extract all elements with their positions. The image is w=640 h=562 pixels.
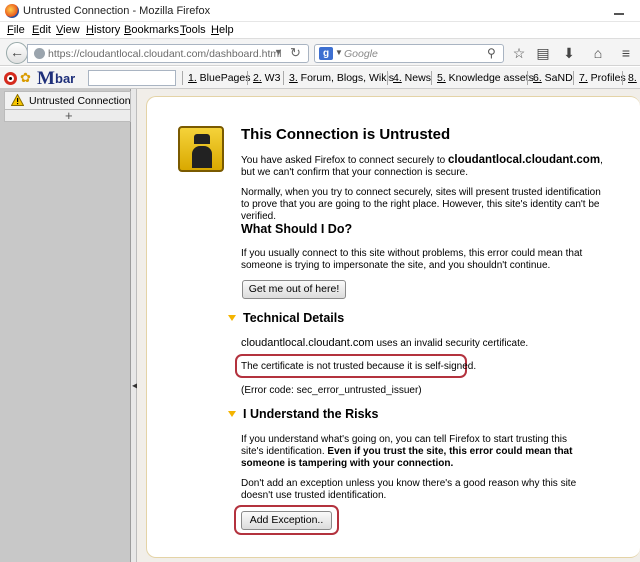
intro-host: cloudantlocal.cloudant.com: [447, 154, 601, 166]
normally-text: Normally, when you try to connect secure…: [241, 187, 601, 222]
tech-reason: The certificate is not trusted because i…: [241, 361, 477, 372]
bookmarks-toolbar: ✿ M bar 1. BluePages 2. W3 3. Forum, Blo…: [0, 67, 640, 89]
window-titlebar: Untrusted Connection - Mozilla Firefox: [0, 0, 640, 22]
engine-dropdown-icon[interactable]: ▼: [335, 48, 343, 57]
error-code: (Error code: sec_error_untrusted_issuer): [241, 385, 422, 396]
plus-icon: +: [65, 108, 73, 123]
bookmark-knowledge-assets[interactable]: 5. Knowledge assets: [437, 72, 534, 84]
menu-help[interactable]: Help: [211, 24, 234, 36]
bookmark-separator: [387, 71, 388, 85]
bookmark-forum-blogs-wikis[interactable]: 3. Forum, Blogs, Wikis: [289, 72, 394, 84]
tech-host: cloudantlocal.cloudant.com: [241, 337, 374, 349]
page-title: This Connection is Untrusted: [241, 126, 451, 143]
technical-details-heading[interactable]: Technical Details: [243, 311, 344, 325]
navigation-toolbar: ← https://cloudantlocal.cloudant.com/das…: [0, 38, 640, 66]
bookmark-w3[interactable]: 2. W3: [253, 72, 280, 84]
bookmark-number: 7.: [579, 72, 588, 84]
tab-untrusted-connection[interactable]: Untrusted Connection: [4, 91, 131, 109]
home-icon[interactable]: ⌂: [590, 45, 606, 61]
mbar-logo[interactable]: ✿ M bar: [4, 68, 88, 89]
bookmark-label: W3: [261, 72, 281, 84]
bookmark-news[interactable]: 4. News: [393, 72, 431, 84]
bookmark-sand[interactable]: 6. SaND: [533, 72, 573, 84]
search-bar[interactable]: g ▼ Google ⚲: [314, 44, 504, 63]
bookmark-number: 8.: [628, 72, 637, 84]
bookmark-label: BluePages: [196, 72, 251, 84]
bookmark-number: 3.: [289, 72, 298, 84]
bookmark-8[interactable]: 8.: [628, 72, 637, 84]
what-heading: What Should I Do?: [241, 222, 353, 236]
bookmark-profiles[interactable]: 7. Profiles: [579, 72, 626, 84]
url-bar[interactable]: https://cloudantlocal.cloudant.com/dashb…: [27, 44, 309, 63]
bookmark-star-icon[interactable]: ☆: [511, 45, 527, 61]
eye-icon: [4, 72, 17, 85]
bookmark-label: Forum, Blogs, Wikis: [297, 72, 395, 84]
search-icon[interactable]: ⚲: [487, 46, 496, 60]
warning-icon: [11, 94, 24, 106]
mbar-logo-text: bar: [55, 71, 76, 86]
url-text[interactable]: https://cloudantlocal.cloudant.com/dashb…: [48, 48, 281, 60]
window-title: Untrusted Connection - Mozilla Firefox: [23, 5, 211, 17]
menu-view[interactable]: View: [56, 24, 80, 36]
menu-bookmarks[interactable]: Bookmarks: [124, 24, 179, 36]
back-button[interactable]: ←: [6, 42, 28, 64]
new-tab-button[interactable]: +: [4, 108, 131, 123]
what-text: If you usually connect to this site with…: [241, 248, 583, 271]
bookmark-separator: [247, 71, 248, 85]
risks-text-1: If you understand what's going on, you c…: [241, 434, 586, 470]
tab-sidebar: Untrusted Connection +: [0, 89, 131, 562]
bookmark-separator: [573, 71, 574, 85]
bookmark-number: 4.: [393, 72, 402, 84]
bookmark-bluepages[interactable]: 1. BluePages: [188, 72, 250, 84]
bookmark-number: 1.: [188, 72, 197, 84]
menu-bar: File Edit View History Bookmarks Tools H…: [0, 22, 640, 38]
bookmark-separator: [431, 71, 432, 85]
tech-text: cloudantlocal.cloudant.com uses an inval…: [241, 337, 601, 350]
url-history-dropdown-icon[interactable]: ▼: [274, 47, 283, 57]
risks-heading[interactable]: I Understand the Risks: [243, 407, 378, 421]
bookmark-number: 5.: [437, 72, 446, 84]
downloads-icon[interactable]: ⬇: [561, 45, 577, 61]
tab-label: Untrusted Connection: [29, 95, 131, 107]
bookmark-separator: [283, 71, 284, 85]
google-engine-icon[interactable]: g: [319, 47, 333, 60]
bookmarks-menu-icon[interactable]: ▤: [535, 45, 551, 61]
bookmark-label: News: [401, 72, 431, 84]
bookmark-label: SaND: [541, 72, 573, 84]
search-input[interactable]: Google: [344, 48, 378, 60]
bookmark-label: Profiles: [587, 72, 626, 84]
bookmark-label: Knowledge assets: [445, 72, 534, 84]
menu-file[interactable]: File: [7, 24, 25, 36]
intro-prefix: You have asked Firefox to connect secure…: [241, 155, 448, 166]
mbar-search-input[interactable]: [88, 70, 176, 86]
add-exception-button[interactable]: Add Exception..: [241, 511, 332, 530]
get-me-out-button[interactable]: Get me out of here!: [242, 280, 346, 299]
intro-text: You have asked Firefox to connect secure…: [241, 154, 611, 179]
menu-history[interactable]: History: [86, 24, 120, 36]
bookmark-separator: [182, 71, 183, 85]
minimize-button[interactable]: [606, 5, 632, 18]
menu-tools[interactable]: Tools: [180, 24, 206, 36]
globe-icon: [34, 48, 45, 59]
firefox-icon: [5, 4, 19, 18]
tech-suffix: uses an invalid security certificate.: [373, 338, 529, 349]
bookmark-number: 2.: [253, 72, 262, 84]
expander-triangle-icon[interactable]: [228, 315, 236, 321]
reload-icon[interactable]: ↻: [290, 45, 301, 61]
risks-text-2: Don't add an exception unless you know t…: [241, 478, 577, 501]
menu-edit[interactable]: Edit: [32, 24, 51, 36]
bookmark-separator: [622, 71, 623, 85]
menu-icon[interactable]: ≡: [618, 45, 634, 61]
bookmark-separator: [527, 71, 528, 85]
bookmark-number: 6.: [533, 72, 542, 84]
expander-triangle-icon[interactable]: [228, 411, 236, 417]
security-officer-icon: [178, 126, 224, 172]
bee-icon: ✿: [20, 70, 31, 85]
mbar-logo-letter: M: [37, 68, 55, 89]
